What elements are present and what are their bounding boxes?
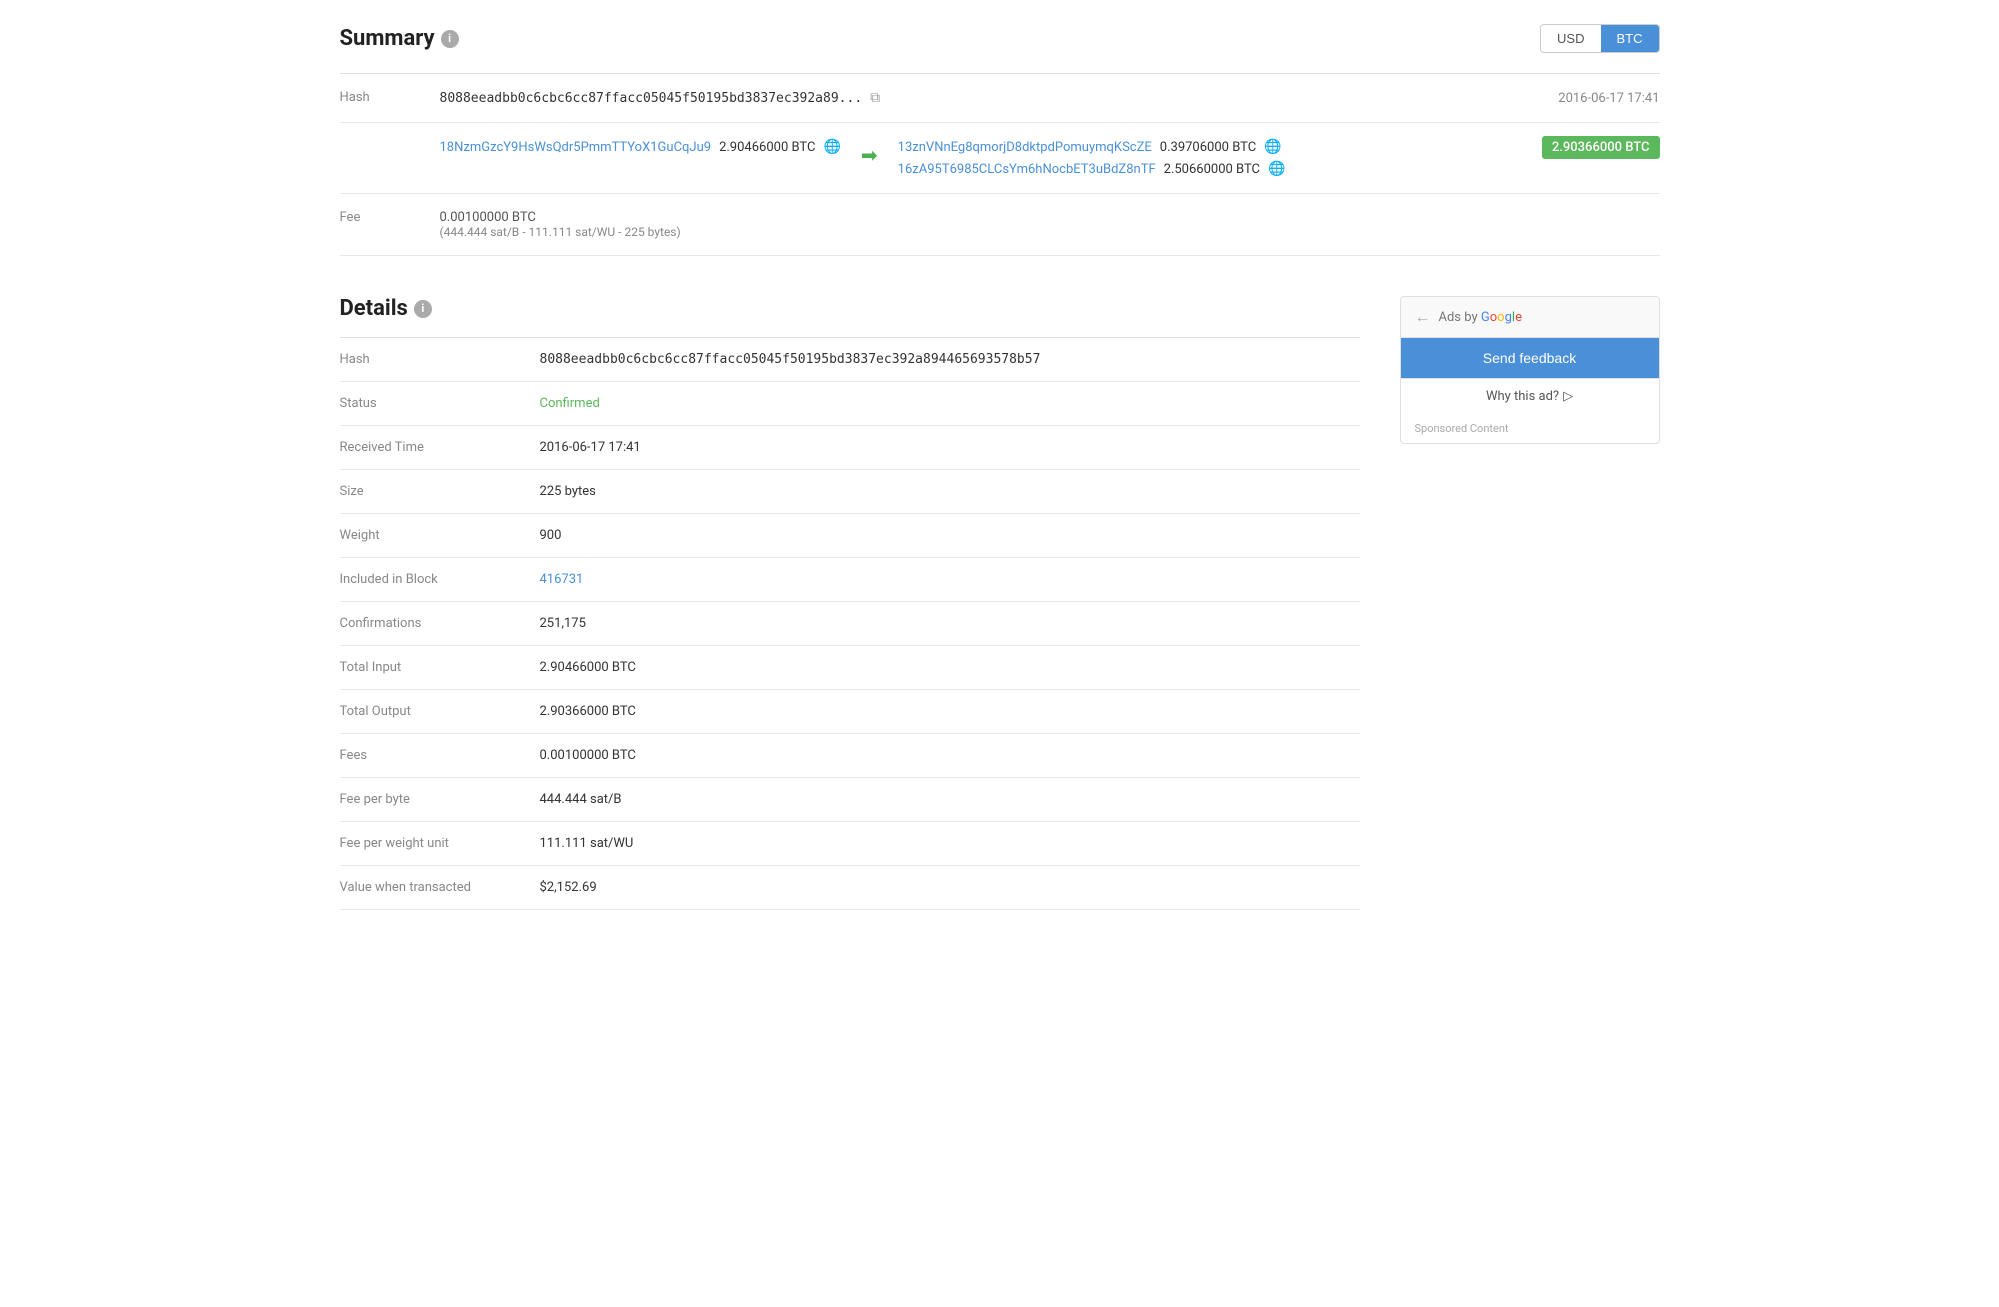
timestamp-container: 2016-06-17 17:41 [1460,90,1660,106]
details-section: Details i Hash8088eeadbb0c6cbc6cc87ffacc… [340,296,1660,910]
details-row-label: Fee per byte [340,792,540,807]
details-row-value: 111.111 sat/WU [540,836,1360,851]
details-row: Size225 bytes [340,470,1360,514]
details-sidebar: ← Ads by Google Send feedback Why this a… [1400,296,1660,910]
details-row-label: Value when transacted [340,880,540,895]
details-row-label: Received Time [340,440,540,455]
details-row-value: 0.00100000 BTC [540,748,1360,763]
copy-icon[interactable]: ⧉ [870,90,880,106]
tx-inputs: 18NzmGzcY9HsWsQdr5PmmTTYoX1GuCqJu9 2.904… [440,139,841,155]
details-row: Total Output2.90366000 BTC [340,690,1360,734]
timestamp: 2016-06-17 17:41 [1558,91,1659,106]
details-row: Confirmations251,175 [340,602,1360,646]
details-row-value: 2016-06-17 17:41 [540,440,1360,455]
details-info-icon[interactable]: i [414,300,432,318]
input-amount: 2.90466000 BTC [719,140,815,155]
arrow-right-icon: ➡ [861,143,878,167]
play-icon: ▷ [1563,389,1573,404]
output-amount-2: 2.50660000 BTC [1164,162,1260,177]
details-row: Fee per weight unit111.111 sat/WU [340,822,1360,866]
summary-hash-row: Hash 8088eeadbb0c6cbc6cc87ffacc05045f501… [340,74,1660,123]
details-row-label: Total Input [340,660,540,675]
details-row-label: Status [340,396,540,411]
output-globe-icon-1: 🌐 [1264,139,1281,155]
fee-btc: 0.00100000 BTC [440,210,681,225]
details-row-label: Weight [340,528,540,543]
ads-by-text: Ads by [1439,310,1478,325]
details-row-label: Confirmations [340,616,540,631]
details-row-label: Fees [340,748,540,763]
tx-output-item-1: 13znVNnEg8qmorjD8dktpdPomuymqKScZE 0.397… [898,139,1286,155]
output-amount-1: 0.39706000 BTC [1160,140,1256,155]
tx-flow-row: 18NzmGzcY9HsWsQdr5PmmTTYoX1GuCqJu9 2.904… [340,123,1660,194]
details-row: Hash8088eeadbb0c6cbc6cc87ffacc05045f5019… [340,338,1360,382]
details-row-value[interactable]: 416731 [540,572,1360,587]
usd-button[interactable]: USD [1541,25,1600,52]
details-row: Value when transacted$2,152.69 [340,866,1360,910]
details-row-label: Included in Block [340,572,540,587]
tx-input-item: 18NzmGzcY9HsWsQdr5PmmTTYoX1GuCqJu9 2.904… [440,139,841,155]
details-row: StatusConfirmed [340,382,1360,426]
fee-label: Fee [340,210,440,225]
tx-outputs: 13znVNnEg8qmorjD8dktpdPomuymqKScZE 0.397… [898,139,1286,177]
tx-flow: 18NzmGzcY9HsWsQdr5PmmTTYoX1GuCqJu9 2.904… [440,139,1660,177]
details-row-value: 8088eeadbb0c6cbc6cc87ffacc05045f50195bd3… [540,352,1360,367]
details-row-value: 2.90366000 BTC [540,704,1360,719]
details-main: Details i Hash8088eeadbb0c6cbc6cc87ffacc… [340,296,1360,910]
details-row-label: Hash [340,352,540,367]
output-address-link-2[interactable]: 16zA95T6985CLCsYm6hNocbET3uBdZ8nTF [898,162,1156,177]
details-row-value: 444.444 sat/B [540,792,1360,807]
summary-title-text: Summary [340,26,435,51]
details-header: Details i [340,296,1360,321]
details-row-value: Confirmed [540,396,1360,411]
details-row: Fees0.00100000 BTC [340,734,1360,778]
hash-label: Hash [340,90,440,105]
details-row: Received Time2016-06-17 17:41 [340,426,1360,470]
why-this-ad[interactable]: Why this ad? ▷ [1401,378,1659,414]
fee-row: Fee 0.00100000 BTC (444.444 sat/B - 111.… [340,194,1660,256]
details-row: Weight900 [340,514,1360,558]
output-address-link-1[interactable]: 13znVNnEg8qmorjD8dktpdPomuymqKScZE [898,140,1152,155]
total-output-badge: 2.90366000 BTC [1542,136,1660,159]
details-row-label: Fee per weight unit [340,836,540,851]
fee-content: 0.00100000 BTC (444.444 sat/B - 111.111 … [440,210,1660,239]
details-row: Fee per byte444.444 sat/B [340,778,1360,822]
details-row: Total Input2.90466000 BTC [340,646,1360,690]
details-row-value: $2,152.69 [540,880,1360,895]
hash-value: 8088eeadbb0c6cbc6cc87ffacc05045f50195bd3… [440,91,863,106]
details-row-label: Size [340,484,540,499]
input-globe-icon: 🌐 [823,139,840,155]
hash-content: 8088eeadbb0c6cbc6cc87ffacc05045f50195bd3… [440,90,1460,106]
ads-back-arrow[interactable]: ← [1415,307,1431,327]
total-output-container: 2.90366000 BTC [1542,139,1660,155]
details-row-label: Total Output [340,704,540,719]
summary-table: Hash 8088eeadbb0c6cbc6cc87ffacc05045f501… [340,73,1660,256]
output-globe-icon-2: 🌐 [1268,161,1285,177]
details-row-value: 225 bytes [540,484,1360,499]
input-address-link[interactable]: 18NzmGzcY9HsWsQdr5PmmTTYoX1GuCqJu9 [440,140,712,155]
details-row-value: 2.90466000 BTC [540,660,1360,675]
details-row-value: 251,175 [540,616,1360,631]
fee-details: (444.444 sat/B - 111.111 sat/WU - 225 by… [440,225,681,239]
summary-title: Summary i [340,26,459,51]
btc-button[interactable]: BTC [1601,25,1659,52]
details-table: Hash8088eeadbb0c6cbc6cc87ffacc05045f5019… [340,337,1360,910]
ads-by-label: Ads by Google [1439,310,1522,325]
why-this-ad-text: Why this ad? [1486,389,1559,404]
details-row-value: 900 [540,528,1360,543]
details-title-text: Details [340,296,408,321]
currency-toggle: USD BTC [1540,24,1659,53]
google-logo: Google [1481,310,1522,325]
tx-output-item-2: 16zA95T6985CLCsYm6hNocbET3uBdZ8nTF 2.506… [898,161,1286,177]
send-feedback-button[interactable]: Send feedback [1401,338,1659,378]
summary-info-icon[interactable]: i [441,30,459,48]
sponsored-content: Sponsored Content [1401,414,1659,443]
details-row: Included in Block416731 [340,558,1360,602]
ads-header: ← Ads by Google [1401,297,1659,338]
ads-panel: ← Ads by Google Send feedback Why this a… [1400,296,1660,444]
